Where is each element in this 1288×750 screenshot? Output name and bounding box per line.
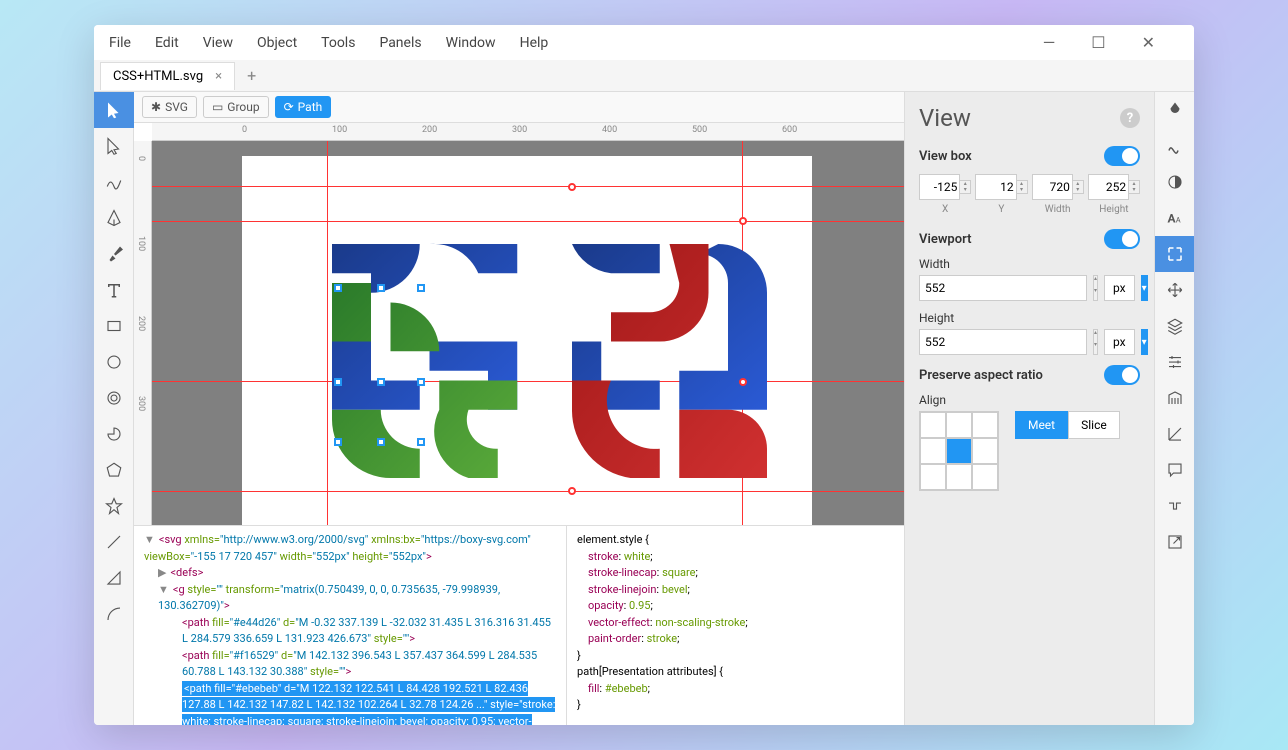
line-tool[interactable] xyxy=(94,524,134,560)
view-panel: View? View box ▴▾ ▴▾ ▴▾ ▴▾ XYWidthHeight… xyxy=(904,92,1154,725)
code-source[interactable]: ▼<svg xmlns="http://www.w3.org/2000/svg"… xyxy=(134,526,566,725)
menu-help[interactable]: Help xyxy=(520,35,549,51)
align-bc[interactable] xyxy=(947,465,971,489)
breadcrumb-path[interactable]: ⟳ Path xyxy=(275,96,332,118)
svg-text:A: A xyxy=(1176,216,1181,225)
align-grid xyxy=(919,411,999,491)
left-toolbar xyxy=(94,92,134,725)
export-panel-icon[interactable] xyxy=(1155,524,1194,560)
contrast-panel-icon[interactable] xyxy=(1155,164,1194,200)
viewport-height-unit: px xyxy=(1104,329,1135,355)
viewbox-h-input[interactable] xyxy=(1088,174,1129,200)
viewport-width-unit: px xyxy=(1104,275,1135,301)
menu-window[interactable]: Window xyxy=(446,35,496,51)
polygon-tool[interactable] xyxy=(94,452,134,488)
app-window: File Edit View Object Tools Panels Windo… xyxy=(94,25,1194,725)
menu-panels[interactable]: Panels xyxy=(379,35,421,51)
breadcrumb-group[interactable]: ▭ Group xyxy=(203,96,269,118)
right-toolbar: AA xyxy=(1154,92,1194,725)
pen-tool[interactable] xyxy=(94,200,134,236)
ellipse-tool[interactable] xyxy=(94,344,134,380)
menu-view[interactable]: View xyxy=(203,35,233,51)
adjust-panel-icon[interactable] xyxy=(1155,344,1194,380)
brush-tool[interactable] xyxy=(94,236,134,272)
par-toggle[interactable] xyxy=(1104,365,1140,385)
arc-tool[interactable] xyxy=(94,596,134,632)
align-br[interactable] xyxy=(973,465,997,489)
triangle-tool[interactable] xyxy=(94,560,134,596)
slice-button[interactable]: Slice xyxy=(1068,411,1120,439)
freehand-tool[interactable] xyxy=(94,164,134,200)
comment-panel-icon[interactable] xyxy=(1155,452,1194,488)
layers-panel-icon[interactable] xyxy=(1155,308,1194,344)
align-bl[interactable] xyxy=(921,465,945,489)
pie-tool[interactable] xyxy=(94,416,134,452)
align-tl[interactable] xyxy=(921,413,945,437)
align-ml[interactable] xyxy=(921,439,945,463)
tab-close-icon[interactable]: × xyxy=(215,69,222,84)
canvas[interactable] xyxy=(152,141,904,525)
tabbar: CSS+HTML.svg × + xyxy=(94,60,1194,92)
typography-panel-icon[interactable]: AA xyxy=(1155,200,1194,236)
help-icon[interactable]: ? xyxy=(1120,108,1140,128)
viewport-width-input[interactable] xyxy=(919,275,1087,301)
align-mr[interactable] xyxy=(973,439,997,463)
par-label: Preserve aspect ratio xyxy=(919,368,1104,383)
move-panel-icon[interactable] xyxy=(1155,272,1194,308)
text-tool[interactable] xyxy=(94,272,134,308)
viewbox-x-input[interactable] xyxy=(919,174,960,200)
star-tool[interactable] xyxy=(94,488,134,524)
ruler-vertical: 0 100 200 300 xyxy=(134,141,152,525)
menu-tools[interactable]: Tools xyxy=(321,35,355,51)
geometry-panel-icon[interactable] xyxy=(1155,416,1194,452)
view-panel-icon[interactable] xyxy=(1155,236,1194,272)
tab-file[interactable]: CSS+HTML.svg × xyxy=(100,62,235,90)
fill-panel-icon[interactable] xyxy=(1155,92,1194,128)
menu-file[interactable]: File xyxy=(109,35,131,51)
viewport-height-input[interactable] xyxy=(919,329,1087,355)
viewport-height-unit-button[interactable]: ▾ xyxy=(1141,329,1148,355)
align-tr[interactable] xyxy=(973,413,997,437)
breadcrumb-svg[interactable]: ✱ SVG xyxy=(142,96,197,118)
stroke-panel-icon[interactable] xyxy=(1155,128,1194,164)
direct-select-tool[interactable] xyxy=(94,128,134,164)
ring-tool[interactable] xyxy=(94,380,134,416)
viewport-width-unit-button[interactable]: ▾ xyxy=(1141,275,1148,301)
ruler-horizontal: 0 100 200 300 400 500 600 xyxy=(152,123,904,141)
library-panel-icon[interactable] xyxy=(1155,380,1194,416)
menu-object[interactable]: Object xyxy=(257,35,297,51)
close-icon[interactable]: ✕ xyxy=(1142,33,1155,52)
panel-title: View xyxy=(919,104,971,132)
viewport-label: Viewport xyxy=(919,232,1104,247)
maximize-icon[interactable]: ☐ xyxy=(1091,33,1105,52)
minimize-icon[interactable]: — xyxy=(1043,33,1056,52)
path-panel-icon[interactable] xyxy=(1155,488,1194,524)
viewbox-label: View box xyxy=(919,149,1104,164)
align-tc[interactable] xyxy=(947,413,971,437)
meet-button[interactable]: Meet xyxy=(1015,411,1068,439)
code-styles[interactable]: element.style { stroke: white; stroke-li… xyxy=(566,526,904,725)
menubar: File Edit View Object Tools Panels Windo… xyxy=(94,25,1194,60)
viewbox-w-input[interactable] xyxy=(1032,174,1073,200)
select-tool[interactable] xyxy=(94,92,134,128)
menu-edit[interactable]: Edit xyxy=(155,35,179,51)
breadcrumb: ✱ SVG ▭ Group ⟳ Path xyxy=(134,92,904,123)
new-tab-button[interactable]: + xyxy=(237,60,266,91)
tab-label: CSS+HTML.svg xyxy=(113,69,203,84)
viewport-toggle[interactable] xyxy=(1104,229,1140,249)
viewbox-toggle[interactable] xyxy=(1104,146,1140,166)
rect-tool[interactable] xyxy=(94,308,134,344)
viewbox-y-input[interactable] xyxy=(975,174,1016,200)
align-mc[interactable] xyxy=(947,439,971,463)
